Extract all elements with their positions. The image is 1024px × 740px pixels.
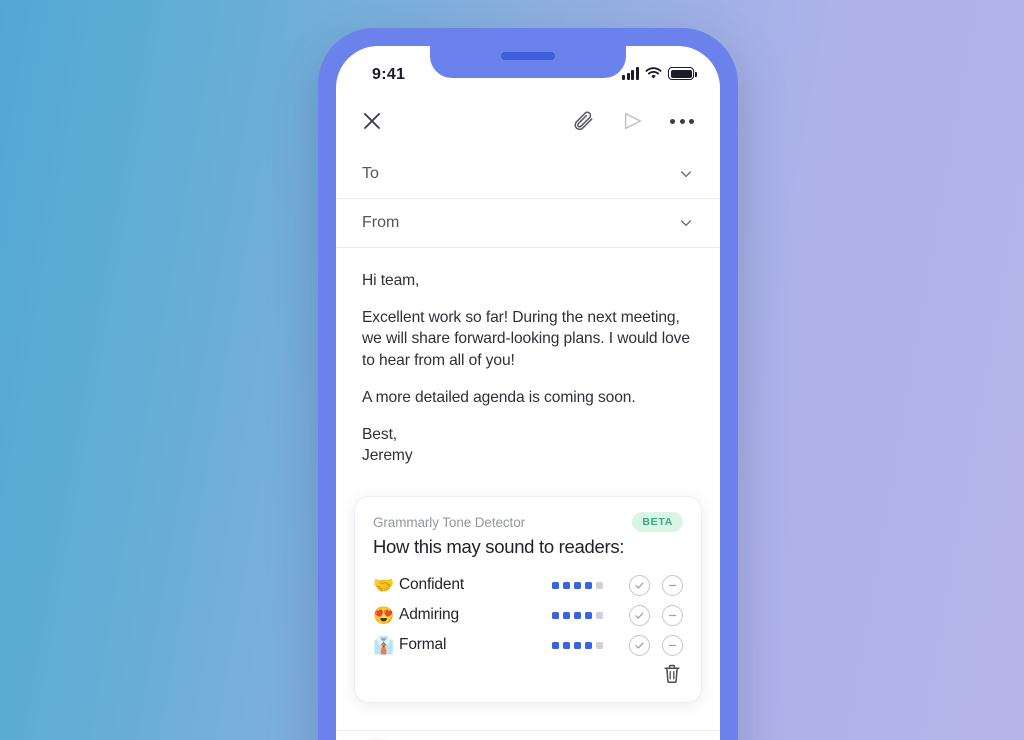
heart-eyes-emoji: 😍 [373,605,395,625]
paperclip-icon[interactable] [573,110,596,133]
tone-label: Confident [399,576,465,594]
tone-detector-card: Grammarly Tone Detector BETA How this ma… [354,496,702,704]
tone-row: 😍 Admiring [373,600,683,630]
circle-check-icon[interactable] [629,574,650,596]
close-x-icon[interactable] [362,111,382,131]
tone-card-heading: How this may sound to readers: [373,536,625,558]
tone-card-title: Grammarly Tone Detector [373,514,526,530]
circle-check-icon[interactable] [629,604,650,626]
body-paragraph-signoff: Best, Jeremy [362,426,413,465]
necktie-emoji: 👔 [373,635,395,655]
circle-check-icon[interactable] [629,634,650,656]
recipient-from-row[interactable]: From [336,199,720,248]
tone-action-buttons [629,604,683,626]
status-bar: 9:41 [336,46,720,92]
to-field-label: To [362,165,379,182]
email-body[interactable]: Hi team, Excellent work so far! During t… [336,248,720,466]
body-paragraph-greeting: Hi team, [362,272,420,289]
battery-full-icon [668,67,697,80]
status-bar-time: 9:41 [372,66,406,83]
chevron-down-icon[interactable] [678,215,694,231]
circle-minus-icon[interactable] [662,574,683,596]
tone-strength-dots [551,611,603,620]
chevron-down-icon[interactable] [678,166,694,182]
tone-action-buttons [629,634,683,656]
compose-toolbar [336,92,720,150]
bottom-toolbar: ^ ABC No critical issues found [336,730,720,740]
tone-card-footer [373,660,683,690]
tone-strength-dots [551,641,603,650]
phone-notch [430,46,626,78]
beta-badge: BETA [632,512,683,533]
more-horizontal-icon[interactable] [670,118,694,124]
send-triangle-icon[interactable] [622,110,644,132]
tone-row: 🤝 Confident [373,570,683,600]
body-paragraph-agenda: A more detailed agenda is coming soon. [362,388,636,406]
tone-row: 👔 Formal [373,630,683,660]
tone-label: Formal [399,636,447,654]
phone-screen: 9:41 To From Hi team, Excellent work so … [336,46,720,740]
wifi-icon [645,67,662,79]
signal-bars-icon [622,67,639,80]
speaker-pill [501,52,555,60]
trash-icon[interactable] [662,663,682,690]
body-paragraph-main: Excellent work so far! During the next m… [362,309,690,369]
tone-card-header: Grammarly Tone Detector BETA [373,512,683,533]
circle-minus-icon[interactable] [662,634,683,656]
recipient-to-row[interactable]: To [336,150,720,199]
circle-minus-icon[interactable] [662,604,683,626]
handshake-emoji: 🤝 [373,575,395,595]
status-bar-icons [622,67,697,80]
tone-label: Admiring [399,606,459,624]
phone-frame: 9:41 To From Hi team, Excellent work so … [318,28,738,740]
tone-action-buttons [629,574,683,596]
tone-strength-dots [551,581,603,590]
from-field-label: From [362,214,400,231]
signature-name: Jeremy [362,447,413,465]
